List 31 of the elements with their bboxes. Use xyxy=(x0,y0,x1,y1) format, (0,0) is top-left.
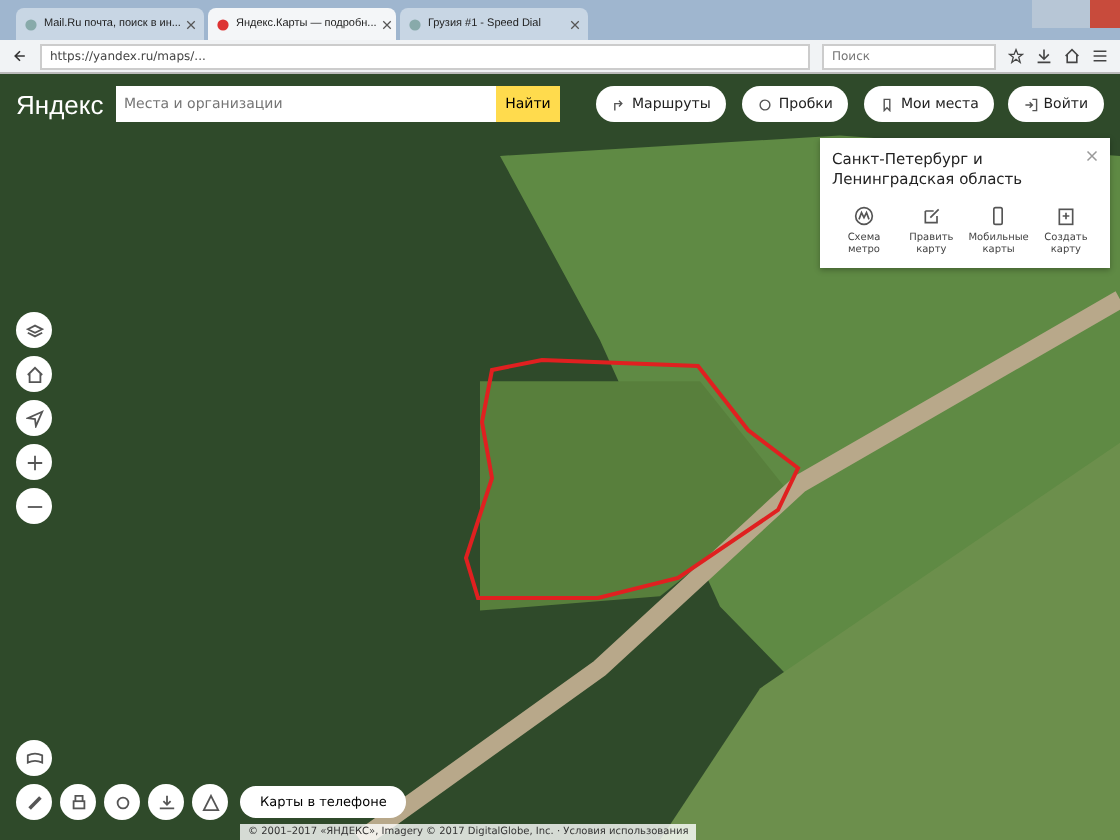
traffic-icon xyxy=(758,97,773,111)
home-icon[interactable] xyxy=(1064,48,1080,64)
download-icon[interactable] xyxy=(1036,48,1052,64)
page-icon xyxy=(216,17,230,31)
close-icon[interactable] xyxy=(382,19,393,29)
page-icon xyxy=(24,17,38,31)
login-icon xyxy=(1023,97,1038,111)
plus-icon xyxy=(25,453,43,471)
close-icon[interactable] xyxy=(186,19,197,29)
logo[interactable]: Яндекс xyxy=(16,89,116,119)
phone-icon xyxy=(988,206,1009,226)
back-icon[interactable] xyxy=(12,48,28,64)
line-icon xyxy=(25,793,43,811)
layers-icon xyxy=(25,321,43,339)
route-icon xyxy=(612,97,626,111)
close-icon[interactable] xyxy=(1086,150,1098,162)
triangle-icon xyxy=(201,793,219,811)
arrow-icon xyxy=(25,409,43,427)
metro-icon xyxy=(854,206,874,226)
print-icon xyxy=(69,793,87,811)
page-icon xyxy=(408,17,422,31)
download-icon xyxy=(157,793,175,811)
home-icon xyxy=(25,365,43,383)
new-map-icon xyxy=(1055,206,1076,226)
star-icon[interactable] xyxy=(1008,48,1024,64)
bookmark-icon xyxy=(880,97,895,111)
edit-icon xyxy=(921,206,942,226)
close-icon[interactable] xyxy=(570,19,580,29)
menu-icon[interactable] xyxy=(1092,48,1108,64)
panorama-icon xyxy=(25,749,43,767)
circle-icon xyxy=(113,793,131,811)
